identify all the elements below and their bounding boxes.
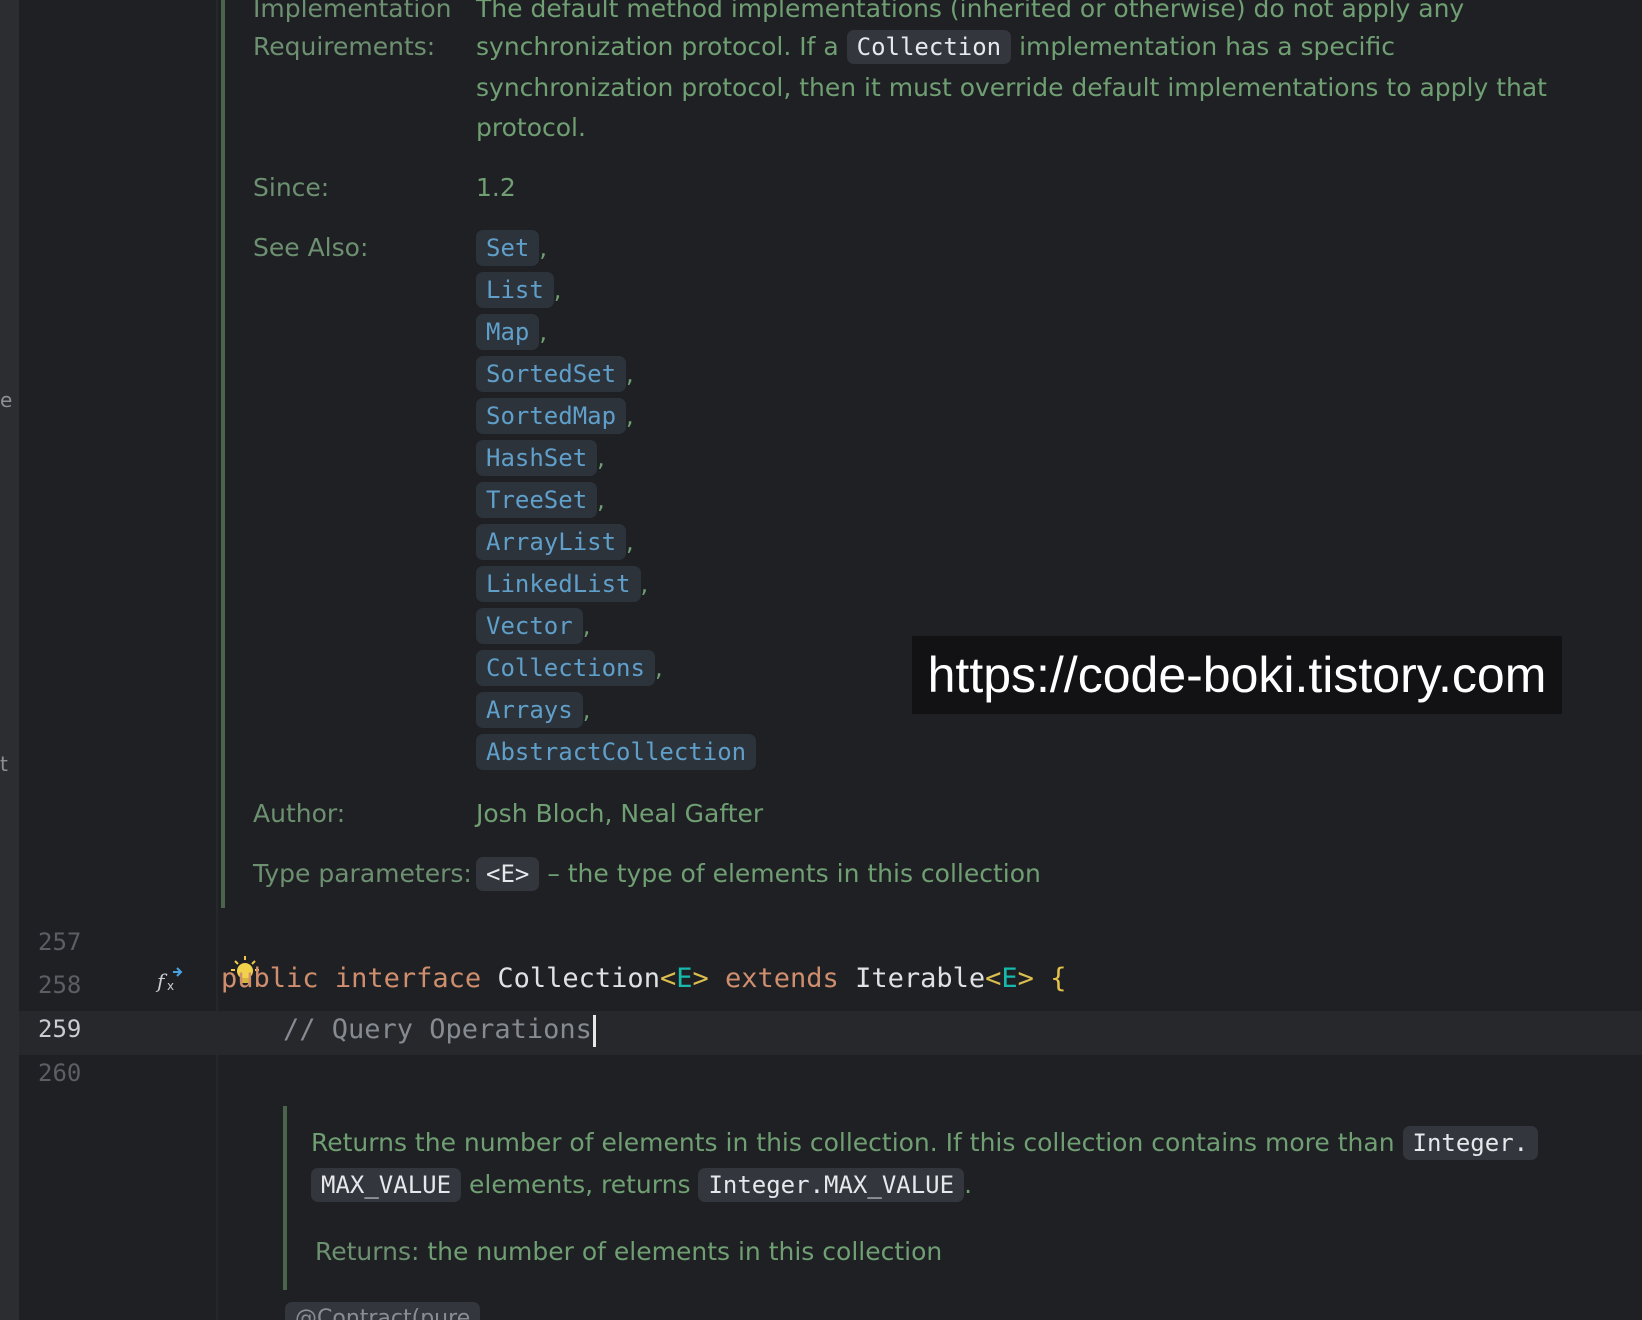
see-also-item: HashSet, [476,438,605,478]
doc-size-line2: MAX_VALUE elements, returns Integer.MAX_… [311,1165,972,1205]
svg-text:x: x [167,979,174,993]
impl-req-text-line4: protocol. [476,113,586,142]
annotation-hint: @Contract(pure = true) [285,1302,481,1320]
impl-req-text: synchronization protocol. If a [476,32,839,61]
see-also-link[interactable]: Collections [476,650,655,686]
line-number: 257 [38,928,82,956]
impl-req-label-line2: Requirements: [253,32,436,61]
line-number: 260 [38,1059,82,1087]
see-also-link[interactable]: Set [476,230,540,266]
sidebar-tool-label[interactable]: e [0,388,12,412]
see-also-link[interactable]: SortedMap [476,398,627,434]
comma: , [626,528,634,556]
code-type-param: <E> [476,857,540,891]
see-also-link[interactable]: ArrayList [476,524,627,560]
gutter-divider [216,0,218,1320]
doc-size-period: . [964,1170,973,1199]
author-value: Josh Bloch, Neal Gafter [476,799,764,828]
author-label: Author: [253,799,346,828]
since-value: 1.2 [476,173,516,202]
comma: , [553,276,562,304]
impl-req-label-line1: Implementation [253,0,452,23]
see-also-link[interactable]: HashSet [476,440,598,476]
keyword-public: public [221,963,319,994]
type-parameter: E [1001,963,1018,994]
see-also-link[interactable]: List [476,272,554,308]
implemented-method-icon[interactable]: f x [155,966,185,996]
comma: , [539,318,547,346]
see-also-item: SortedSet, [476,354,634,394]
ide-left-toolbar: e t [0,0,19,1320]
doc-returns-row: Returns: the number of elements in this … [315,1232,942,1272]
see-also-link[interactable]: TreeSet [476,482,598,518]
comma: , [640,570,649,598]
doc-size-text: elements, returns [469,1170,691,1199]
comma: , [582,612,591,640]
code-max-value: MAX_VALUE [311,1168,462,1202]
angle-bracket: < [985,963,1002,994]
see-also-item: Vector, [476,606,590,646]
impl-req-text-line1: The default method implementations (inhe… [476,0,1465,23]
angle-bracket: > [692,963,709,994]
see-also-label: See Also: [253,233,369,262]
impl-req-text: implementation has a specific [1019,32,1395,61]
see-also-link[interactable]: Arrays [476,692,583,728]
see-also-item: AbstractCollection [476,732,757,772]
see-also-link[interactable]: Vector [476,608,583,644]
code-collection: Collection [846,30,1012,64]
doc-left-bar [283,1106,287,1290]
open-brace: { [1050,963,1067,994]
comma: , [582,696,591,724]
type-params-value: <E> – the type of elements in this colle… [476,854,1041,894]
see-also-item: List, [476,270,561,310]
see-also-link[interactable]: Map [476,314,540,350]
doc-left-bar [221,0,225,908]
angle-bracket: > [1017,963,1034,994]
returns-value: the number of elements in this collectio… [427,1237,943,1266]
see-also-item: SortedMap, [476,396,634,436]
comma: , [626,402,634,430]
text-caret [592,1014,596,1047]
code-integer: Integer. [1402,1126,1539,1160]
code-line-259[interactable]: // Query Operations [283,1014,596,1047]
type-params-label: Type parameters: [253,859,472,888]
current-line-highlight [19,1011,1642,1055]
see-also-item: Set, [476,228,547,268]
impl-req-text-line3: synchronization protocol, then it must o… [476,73,1547,102]
interface-name[interactable]: Collection [497,963,660,994]
see-also-link[interactable]: AbstractCollection [476,734,757,770]
since-label: Since: [253,173,330,202]
see-also-link[interactable]: SortedSet [476,356,627,392]
comma: , [597,486,605,514]
type-params-desc: – the type of elements in this collectio… [547,859,1041,888]
line-number-current: 259 [38,1015,82,1043]
comma: , [597,444,605,472]
doc-size-line1: Returns the number of elements in this c… [311,1123,1539,1163]
watermark-url: https://code-boki.tistory.com [912,636,1562,714]
impl-req-text-line2: synchronization protocol. If a Collectio… [476,27,1395,67]
see-also-item: Map, [476,312,547,352]
sidebar-tool-label[interactable]: t [0,752,8,776]
line-number: 258 [38,971,82,999]
supertype-name[interactable]: Iterable [855,963,985,994]
see-also-item: Collections, [476,648,663,688]
angle-bracket: < [659,963,677,994]
comma: , [539,234,547,262]
returns-label: Returns: [315,1237,420,1266]
code-line-258[interactable]: public interface Collection<E> extends I… [221,963,1066,994]
doc-size-text: Returns the number of elements in this c… [311,1128,1395,1157]
see-also-item: LinkedList, [476,564,648,604]
see-also-item: TreeSet, [476,480,605,520]
comma: , [626,360,634,388]
keyword-extends: extends [725,963,839,994]
see-also-item: Arrays, [476,690,590,730]
see-also-link[interactable]: LinkedList [476,566,641,602]
type-parameter: E [676,963,693,994]
see-also-item: ArrayList, [476,522,634,562]
contract-annotation: @Contract(pure = true) [285,1302,481,1320]
keyword-interface: interface [334,963,482,994]
code-integer-max-value: Integer.MAX_VALUE [698,1168,965,1202]
line-comment: // Query Operations [283,1014,592,1045]
comma: , [654,654,663,682]
